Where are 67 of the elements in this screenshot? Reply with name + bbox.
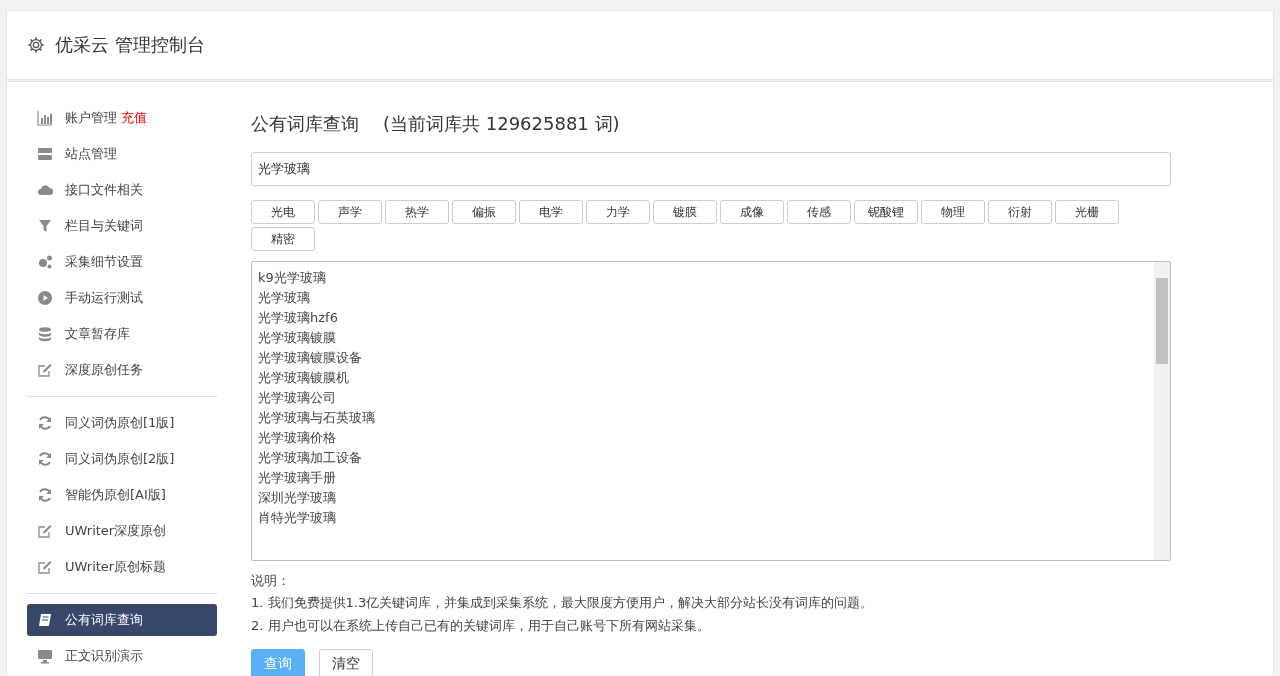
sidebar-item[interactable]: UWriter深度原创 [27,515,217,547]
edit-icon [37,523,53,539]
refresh-icon [37,415,53,431]
category-tag-button[interactable]: 镀膜 [653,200,717,224]
result-item[interactable]: 深圳光学玻璃 [258,488,1154,508]
refresh-icon [37,451,53,467]
category-tag-button[interactable]: 传感 [787,200,851,224]
category-tag-button[interactable]: 衍射 [988,200,1052,224]
category-tag-button[interactable]: 力学 [586,200,650,224]
category-tag-button[interactable]: 物理 [921,200,985,224]
keyword-input-field[interactable]: 光学玻璃 [251,152,1171,186]
play-icon [37,290,53,306]
bar-chart-icon [37,110,53,126]
sidebar-item[interactable]: UWriter原创标题 [27,551,217,583]
category-tag-button[interactable]: 偏振 [452,200,516,224]
category-tag-button[interactable]: 声学 [318,200,382,224]
sidebar-item[interactable]: 手动运行测试 [27,282,217,314]
sidebar-item[interactable]: 智能伪原创[AI版] [27,479,217,511]
sidebar-item[interactable]: 公有词库查询 [27,604,217,636]
server-icon [37,146,53,162]
sidebar-item[interactable]: 接口文件相关 [27,174,217,206]
sidebar-item[interactable]: 正文识别演示 [27,640,217,672]
result-item[interactable]: 光学玻璃镀膜机 [258,368,1154,388]
sidebar-item[interactable]: 账户管理 充值 [27,102,217,134]
result-item[interactable]: 光学玻璃公司 [258,388,1154,408]
book-icon [37,612,53,628]
clear-button[interactable]: 清空 [319,649,373,676]
result-item[interactable]: 光学玻璃价格 [258,428,1154,448]
result-item[interactable]: 光学玻璃hzf6 [258,308,1154,328]
sidebar-item[interactable]: 站点管理 [27,138,217,170]
sidebar-item[interactable]: 栏目与关键词 [27,210,217,242]
scrollbar[interactable] [1154,262,1170,560]
result-item[interactable]: 光学玻璃 [258,288,1154,308]
sidebar-item[interactable]: 采集细节设置 [27,246,217,278]
category-tag-button[interactable]: 光栅 [1055,200,1119,224]
result-item[interactable]: k9光学玻璃 [258,268,1154,288]
notes-heading: 说明： [251,572,291,590]
result-item[interactable]: 光学玻璃镀膜设备 [258,348,1154,368]
category-tag-button[interactable]: 铌酸锂 [854,200,918,224]
database-icon [37,326,53,342]
result-item[interactable]: 肖特光学玻璃 [258,508,1154,528]
edit-icon [37,559,53,575]
sidebar-item[interactable]: 文章暂存库 [27,318,217,350]
console-title: 优采云 管理控制台 [55,33,205,57]
result-item[interactable]: 光学玻璃镀膜 [258,328,1154,348]
word-count-text: (当前词库共 129625881 词) [383,112,620,136]
page-title: 公有词库查询 [251,112,359,136]
edit-icon [37,362,53,378]
settings-icon [27,36,45,54]
sidebar-item[interactable]: 同义词伪原创[1版] [27,407,217,439]
result-item[interactable]: 光学玻璃加工设备 [258,448,1154,468]
note-text: 1. 我们免费提供1.3亿关键词库，并集成到采集系统，最大限度方便用户，解决大部分站长没有词库的问题。 [251,594,875,612]
category-tag-button[interactable]: 成像 [720,200,784,224]
category-tag-button[interactable]: 光电 [251,200,315,224]
monitor-icon [37,648,53,664]
category-tag-button[interactable]: 电学 [519,200,583,224]
results-listbox[interactable]: k9光学玻璃 光学玻璃 光学玻璃hzf6 光学玻璃镀膜 光学玻璃镀膜设备 光学玻璃镀膜机 光学玻璃公司 光学玻璃与石英玻璃 光学玻璃价格 光学玻璃加工设备 光学玻璃手册 深圳光学玻璃 肖特光学玻璃 [251,261,1171,561]
sidebar-item[interactable]: 同义词伪原创[2版] [27,443,217,475]
note-text: 2. 用户也可以在系统上传自己已有的关键词库，用于自己账号下所有网站采集。 [251,617,711,635]
category-tag-button[interactable]: 热学 [385,200,449,224]
cloud-upload-icon [37,182,53,198]
refresh-icon [37,487,53,503]
result-item[interactable]: 光学玻璃手册 [258,468,1154,488]
filter-icon [37,218,53,234]
result-item[interactable]: 光学玻璃与石英玻璃 [258,408,1154,428]
category-tag-button[interactable]: 精密 [251,227,315,251]
sidebar-item[interactable]: 深度原创任务 [27,354,217,386]
